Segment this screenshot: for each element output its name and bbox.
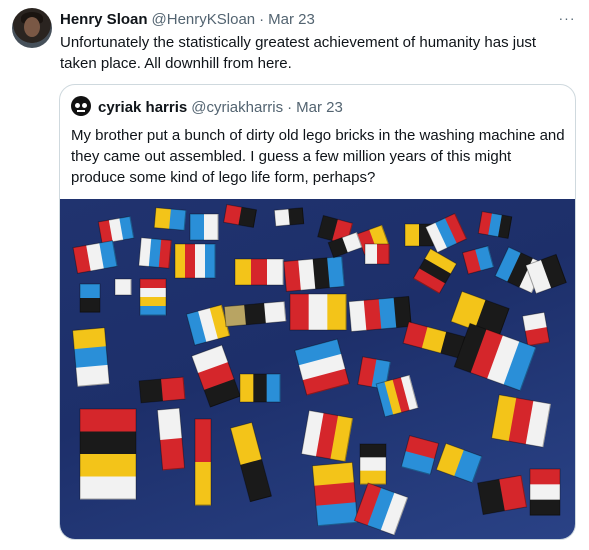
lego-brick [239,373,281,403]
lego-brick [72,240,118,274]
lego-brick [294,338,350,396]
tweet-date[interactable]: Mar 23 [268,11,315,28]
lego-brick [79,283,101,313]
lego-brick [138,237,172,269]
lego-brick [435,442,483,484]
lego-brick [348,295,412,333]
lego-brick [476,474,528,516]
lego-brick [153,207,187,231]
lego-brick [97,215,135,245]
lego-brick [72,327,110,387]
lego-brick [156,407,186,471]
lego-brick [223,203,257,229]
lego-brick [234,258,284,286]
more-options-icon[interactable]: ··· [556,9,578,27]
quoted-tweet[interactable]: cyriak harris @cyriakharris · Mar 23 My … [59,84,576,540]
lego-brick [185,304,231,346]
lego-brick [412,248,458,294]
header-separator: · [259,10,265,28]
lego-brick [353,482,409,536]
lego-brick [223,300,287,328]
lego-brick [311,461,359,527]
lego-brick [402,321,466,359]
tweet-text: Unfortunately the statistically greatest… [60,34,537,72]
lego-brick [79,408,137,500]
lego-brick [283,255,345,293]
quoted-author-handle: @cyriakharris [191,98,284,116]
tweet-header: Henry Sloan @HenryKSloan · Mar 23 [60,9,315,29]
author-handle[interactable]: @HenryKSloan [152,11,256,28]
lego-brick [400,435,440,475]
quoted-author-name: cyriak harris [98,98,188,116]
lego-brick [490,394,552,448]
lego-brick [139,278,167,316]
quoted-tweet-date: Mar 23 [296,98,343,116]
lego-brick [138,376,186,404]
tweet[interactable]: Henry Sloan @HenryKSloan · Mar 23 ··· Un… [0,0,589,550]
lego-brick [359,443,387,485]
lego-brick [300,409,354,463]
quoted-tweet-photo[interactable] [60,199,575,539]
lego-brick [364,243,390,265]
lego-brick [194,418,212,506]
quoted-header-separator: · [287,98,293,116]
lego-brick [229,421,273,503]
quoted-tweet-text: My brother put a bunch of dirty old lego… [71,127,565,186]
lego-bricks-photo [72,203,567,536]
quoted-tweet-header: cyriak harris @cyriakharris · Mar 23 [98,97,343,117]
lego-brick [453,322,537,392]
lego-brick [477,210,513,240]
author-name[interactable]: Henry Sloan [60,11,148,28]
lego-brick [289,293,347,331]
author-avatar[interactable] [12,8,52,48]
lego-brick [521,311,551,347]
lego-brick [273,207,305,227]
lego-brick [189,213,219,241]
lego-brick [191,344,241,408]
lego-brick [174,243,216,279]
lego-brick [529,468,561,516]
lego-brick [114,278,132,296]
lego-brick [424,212,468,254]
lego-brick [461,245,495,275]
quoted-author-avatar[interactable] [71,96,91,116]
